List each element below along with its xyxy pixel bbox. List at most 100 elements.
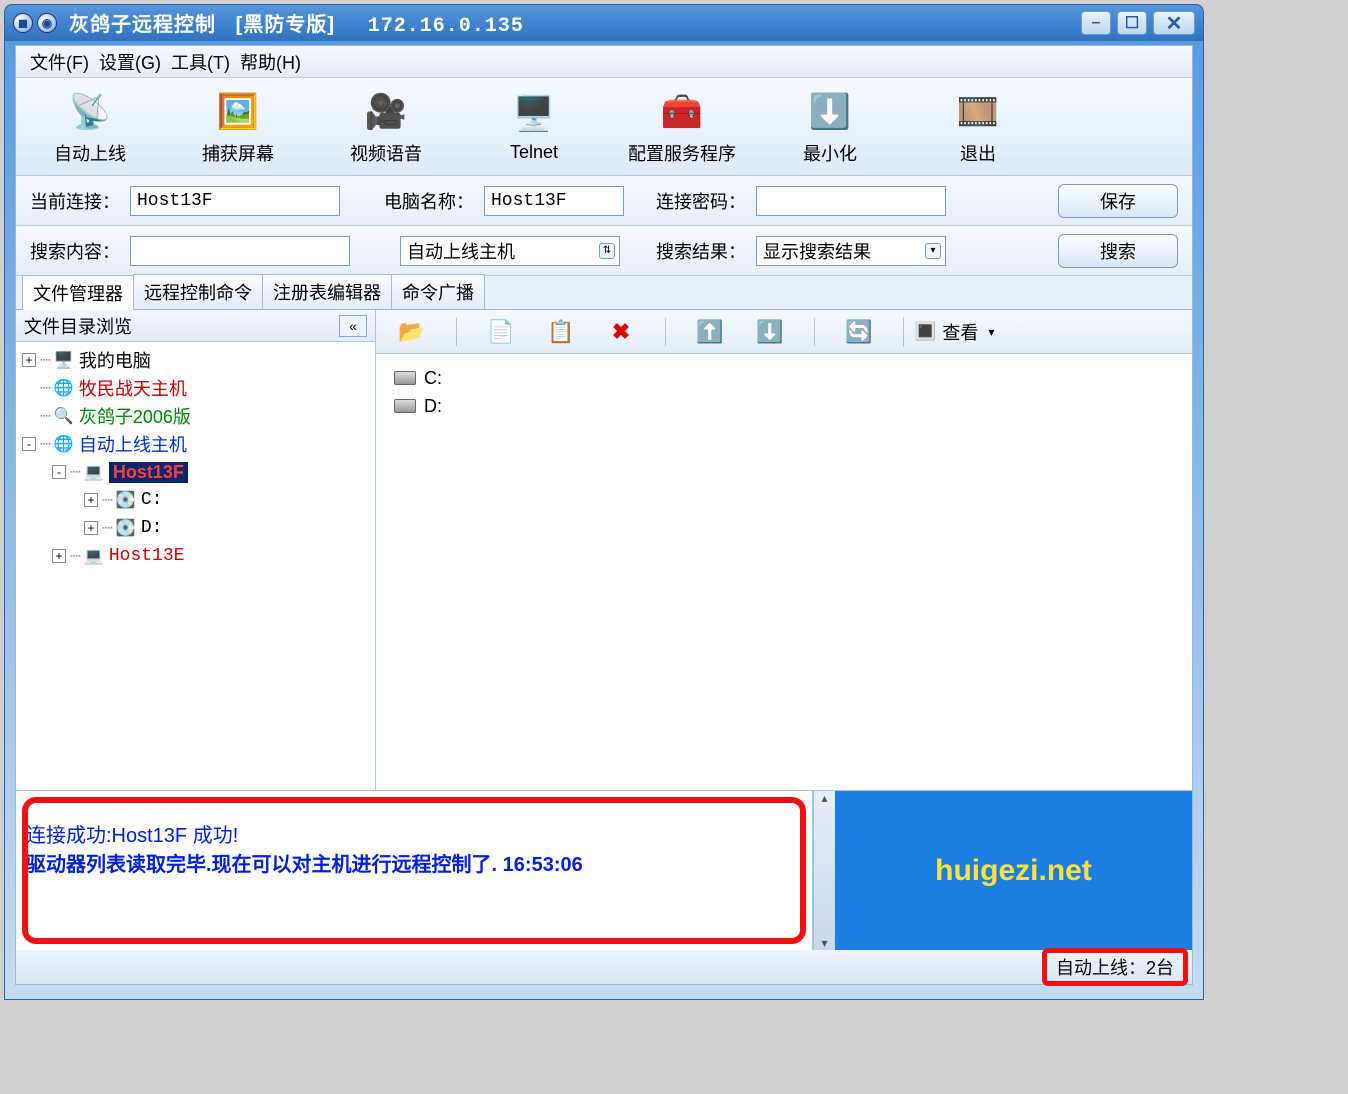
tool-minimize[interactable]: ⬇️最小化: [770, 88, 890, 166]
up-folder-icon[interactable]: 📂: [396, 316, 428, 348]
sys-icon-1[interactable]: ◼: [13, 13, 33, 33]
tool-exit[interactable]: 🎞️退出: [918, 88, 1038, 166]
search-scope-select[interactable]: 自动上线主机 ⇅: [400, 236, 620, 266]
tool-av[interactable]: 🎥视频语音: [326, 88, 446, 166]
search-icon: 🔍: [53, 407, 75, 425]
menu-settings[interactable]: 设置(G): [97, 47, 163, 77]
tree-pane: 文件目录浏览 « +┈🖥️我的电脑 ┈🌐牧民战天主机 ┈🔍灰鸽子2006版 -┈…: [16, 310, 376, 790]
file-tree[interactable]: +┈🖥️我的电脑 ┈🌐牧民战天主机 ┈🔍灰鸽子2006版 -┈🌐自动上线主机 -…: [16, 342, 375, 790]
expand-icon[interactable]: +: [22, 353, 36, 367]
delete-icon[interactable]: ✖: [605, 316, 637, 348]
tab-broadcast-label: 命令广播: [402, 283, 474, 303]
node-host-1[interactable]: Host13F: [109, 462, 188, 483]
exit-icon: 🎞️: [954, 88, 1002, 136]
save-button-label: 保存: [1100, 188, 1136, 214]
sys-icon-2[interactable]: ◉: [37, 13, 57, 33]
node-host-2[interactable]: Host13E: [109, 546, 185, 566]
tab-broadcast[interactable]: 命令广播: [391, 274, 485, 309]
close-button[interactable]: ✕: [1153, 11, 1195, 35]
tab-file-manager[interactable]: 文件管理器: [22, 275, 134, 310]
menubar: 文件(F) 设置(G) 工具(T) 帮助(H): [16, 46, 1192, 78]
copy-icon[interactable]: 📄: [485, 316, 517, 348]
collapse-icon[interactable]: -: [22, 437, 36, 451]
tabstrip: 文件管理器 远程控制命令 注册表编辑器 命令广播: [16, 276, 1192, 310]
drive-d-label: D:: [424, 396, 442, 417]
password-input[interactable]: [756, 186, 946, 216]
search-result-value: 显示搜索结果: [763, 238, 871, 264]
node-group-2[interactable]: 灰鸽子2006版: [79, 403, 191, 429]
title-app: 灰鸽子远程控制: [69, 14, 216, 36]
node-drive-d[interactable]: D:: [141, 518, 163, 538]
tool-config-label: 配置服务程序: [628, 140, 736, 166]
expand-icon[interactable]: +: [84, 493, 98, 507]
search-content-label: 搜索内容：: [30, 238, 120, 264]
save-button[interactable]: 保存: [1058, 184, 1178, 218]
chevron-down-icon: ▾: [925, 243, 941, 259]
globe-icon: 🌐: [53, 379, 75, 397]
tab-remote-cmd[interactable]: 远程控制命令: [133, 274, 263, 309]
tab-registry[interactable]: 注册表编辑器: [262, 274, 392, 309]
search-result-label: 搜索结果：: [656, 238, 746, 264]
pc-icon: 💻: [83, 463, 105, 481]
tool-capture[interactable]: 🖼️捕获屏幕: [178, 88, 298, 166]
brand-text: huigezi.net: [935, 854, 1092, 888]
password-label: 连接密码：: [656, 188, 746, 214]
tool-auto-online-label: 自动上线: [54, 140, 126, 166]
search-button[interactable]: 搜索: [1058, 234, 1178, 268]
tree-pane-title: 文件目录浏览: [24, 313, 132, 339]
refresh-icon[interactable]: 🔄: [843, 316, 875, 348]
tab-remote-cmd-label: 远程控制命令: [144, 283, 252, 303]
drive-c-label: C:: [424, 368, 442, 389]
view-button-label: 查看: [942, 319, 978, 345]
search-row: 搜索内容： 自动上线主机 ⇅ 搜索结果： 显示搜索结果 ▾ 搜索: [16, 226, 1192, 276]
current-connection-input[interactable]: [130, 186, 340, 216]
chevron-updown-icon: ⇅: [599, 243, 615, 259]
pc-name-input[interactable]: [484, 186, 624, 216]
chevron-down-icon: ▾: [988, 325, 994, 339]
title-edition: [黑防专版]: [236, 14, 335, 36]
grid-icon: 🔳: [914, 321, 936, 342]
drive-row-d[interactable]: D:: [394, 392, 1174, 420]
node-drive-c[interactable]: C:: [141, 490, 163, 510]
collapse-icon[interactable]: -: [52, 465, 66, 479]
minimize-button[interactable]: –: [1081, 11, 1111, 35]
paste-icon[interactable]: 📋: [545, 316, 577, 348]
expand-icon[interactable]: +: [52, 549, 66, 563]
file-list[interactable]: C: D:: [376, 354, 1192, 790]
tool-capture-label: 捕获屏幕: [202, 140, 274, 166]
log-scrollbar[interactable]: ▴▾: [813, 791, 835, 950]
title-ip: 172.16.0.135: [368, 15, 524, 38]
drive-icon: [394, 399, 416, 413]
tool-av-label: 视频语音: [350, 140, 422, 166]
connection-row: 当前连接： 电脑名称： 连接密码： 保存: [16, 176, 1192, 226]
log-panel: 连接成功:Host13F 成功! 驱动器列表读取完毕.现在可以对主机进行远程控制…: [16, 791, 812, 950]
computer-icon: 🖥️: [53, 351, 75, 369]
view-button[interactable]: 🔳 查看 ▾: [903, 317, 1004, 347]
node-group-3[interactable]: 自动上线主机: [79, 431, 187, 457]
download-file-icon[interactable]: ⬇️: [754, 316, 786, 348]
brand-banner: huigezi.net: [835, 791, 1192, 950]
maximize-button[interactable]: ☐: [1117, 11, 1147, 35]
tool-telnet[interactable]: 🖥️Telnet: [474, 90, 594, 163]
menu-tools[interactable]: 工具(T): [169, 47, 232, 77]
statusbar: 自动上线：2台: [16, 950, 1192, 984]
collapse-button[interactable]: «: [339, 315, 367, 337]
download-icon: ⬇️: [806, 88, 854, 136]
drive-icon: [394, 371, 416, 385]
status-text: 自动上线：2台: [1056, 958, 1174, 978]
search-result-select[interactable]: 显示搜索结果 ▾: [756, 236, 946, 266]
expand-icon[interactable]: +: [84, 521, 98, 535]
node-group-1[interactable]: 牧民战天主机: [79, 375, 187, 401]
tool-auto-online[interactable]: 📡自动上线: [30, 88, 150, 166]
log-line-2: 驱动器列表读取完毕.现在可以对主机进行远程控制了. 16:53:06: [26, 848, 802, 877]
drive-row-c[interactable]: C:: [394, 364, 1174, 392]
drive-icon: 💽: [115, 491, 137, 509]
search-scope-value: 自动上线主机: [407, 238, 515, 264]
drive-icon: 💽: [115, 519, 137, 537]
node-mypc[interactable]: 我的电脑: [79, 347, 151, 373]
menu-help[interactable]: 帮助(H): [238, 47, 303, 77]
menu-file[interactable]: 文件(F): [28, 47, 91, 77]
upload-icon[interactable]: ⬆️: [694, 316, 726, 348]
search-content-input[interactable]: [130, 236, 350, 266]
tool-config[interactable]: 🧰配置服务程序: [622, 88, 742, 166]
